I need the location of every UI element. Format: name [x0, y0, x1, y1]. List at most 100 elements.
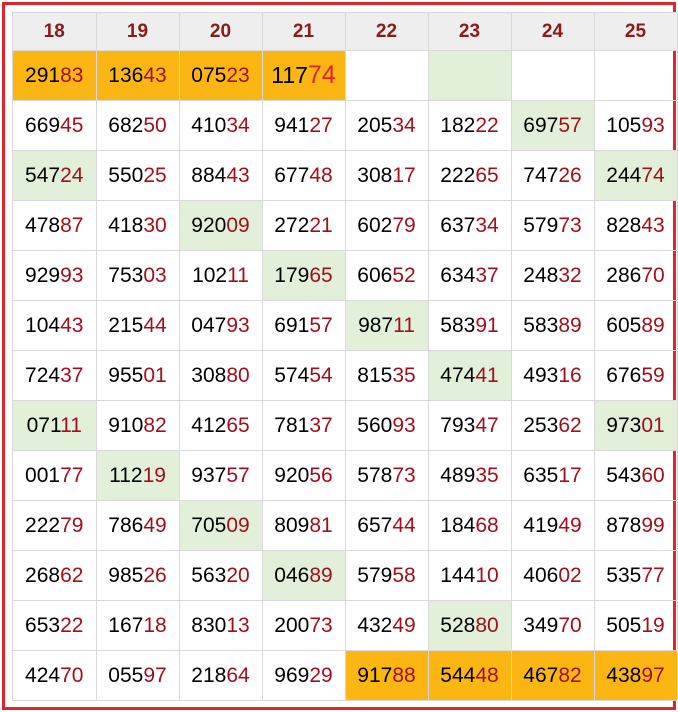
result-cell: 67748 — [262, 150, 346, 201]
number-lead-digits: 432 — [357, 613, 393, 637]
column-header: 25 — [594, 13, 678, 51]
number-tail-digits: 99 — [641, 513, 665, 537]
result-cell: 91082 — [96, 400, 180, 451]
number-lead-digits: 579 — [357, 563, 393, 587]
number-tail-digits: 43 — [60, 313, 84, 337]
number-lead-digits: 467 — [523, 663, 559, 687]
number-lead-digits: 291 — [25, 63, 61, 87]
number-lead-digits: 583 — [440, 313, 476, 337]
number-tail-digits: 34 — [226, 113, 250, 137]
number-tail-digits: 22 — [60, 613, 84, 637]
number-lead-digits: 937 — [191, 463, 227, 487]
number-tail-digits: 93 — [392, 413, 416, 437]
table-row: 54724 55025 88443 67748 30817 22265 74726 24474 — [13, 150, 678, 201]
number-lead-digits: 218 — [191, 663, 227, 687]
number-lead-digits: 793 — [440, 413, 476, 437]
result-cell: 56320 — [179, 550, 263, 601]
number-lead-digits: 071 — [26, 413, 61, 437]
result-cell: 66945 — [13, 100, 97, 151]
result-cell: 98526 — [96, 550, 180, 601]
column-header: 21 — [262, 13, 346, 51]
result-cell: 60279 — [345, 200, 429, 251]
number-tail-digits: 70 — [60, 663, 84, 687]
result-cell: 46782 — [511, 650, 595, 701]
result-cell: 87899 — [594, 500, 678, 551]
number-tail-digits: 88 — [392, 663, 416, 687]
number-lead-digits: 215 — [108, 313, 144, 337]
number-lead-digits: 697 — [523, 113, 559, 137]
result-cell: 10593 — [594, 100, 678, 151]
result-cell: 96929 — [262, 650, 346, 701]
number-lead-digits: 786 — [108, 513, 144, 537]
result-cell: 56093 — [345, 400, 429, 451]
number-tail-digits: 11 — [393, 313, 415, 337]
number-lead-digits: 563 — [191, 563, 227, 587]
number-lead-digits: 136 — [108, 63, 144, 87]
number-lead-digits: 705 — [191, 513, 227, 537]
table-row: 42470 05597 21864 96929 91788 54448 46782 43897 — [13, 650, 678, 701]
result-cell: 65744 — [345, 500, 429, 551]
number-tail-digits: 52 — [392, 263, 416, 287]
number-lead-digits: 272 — [274, 213, 310, 237]
number-tail-digits: 49 — [558, 513, 582, 537]
result-cell: 20534 — [345, 100, 429, 151]
result-cell: 98711 — [345, 300, 429, 351]
number-tail-digits: 62 — [558, 413, 582, 437]
number-lead-digits: 574 — [274, 363, 310, 387]
result-cell: 78649 — [96, 500, 180, 551]
result-cell: 30880 — [179, 350, 263, 401]
number-lead-digits: 920 — [191, 213, 227, 237]
number-tail-digits: 97 — [641, 663, 665, 687]
number-lead-digits: 308 — [357, 163, 393, 187]
number-lead-digits: 637 — [440, 213, 476, 237]
result-cell: 20073 — [262, 600, 346, 651]
result-cell: 72437 — [13, 350, 97, 401]
number-lead-digits: 412 — [191, 413, 227, 437]
number-tail-digits: 57 — [558, 113, 582, 137]
header-row: 18 19 20 21 22 23 24 25 — [13, 13, 678, 51]
column-header: 20 — [179, 13, 263, 51]
column-header: 18 — [13, 13, 97, 51]
table-row: 10443 21544 04793 69157 98711 58391 58389 60589 — [13, 300, 678, 351]
number-tail-digits: 79 — [392, 213, 416, 237]
result-cell: 11219 — [96, 450, 180, 501]
number-lead-digits: 969 — [274, 663, 310, 687]
result-cell: 13643 — [96, 50, 180, 101]
number-tail-digits: 09 — [226, 213, 250, 237]
number-tail-digits: 10 — [475, 563, 499, 587]
result-cell — [428, 50, 512, 101]
number-tail-digits: 37 — [309, 413, 333, 437]
number-lead-digits: 634 — [440, 263, 476, 287]
number-tail-digits: 21 — [309, 213, 333, 237]
number-lead-digits: 682 — [108, 113, 144, 137]
number-tail-digits: 27 — [309, 113, 333, 137]
result-cell: 10443 — [13, 300, 97, 351]
number-lead-digits: 753 — [108, 263, 144, 287]
result-cell: 52880 — [428, 600, 512, 651]
table-row: 07111 91082 41265 78137 56093 79347 25362 97301 — [13, 400, 678, 451]
result-cell: 92009 — [179, 200, 263, 251]
result-cell: 40602 — [511, 550, 595, 601]
result-cell: 92993 — [13, 250, 97, 301]
number-tail-digits: 19 — [641, 613, 665, 637]
number-tail-digits: 59 — [641, 363, 665, 387]
number-lead-digits: 676 — [606, 363, 642, 387]
result-cell: 24832 — [511, 250, 595, 301]
table-row: 72437 95501 30880 57454 81535 47441 49316 67659 — [13, 350, 678, 401]
number-lead-digits: 104 — [25, 313, 61, 337]
number-lead-digits: 406 — [523, 563, 559, 587]
result-cell: 28670 — [594, 250, 678, 301]
result-cell: 18222 — [428, 100, 512, 151]
number-lead-digits: 578 — [357, 463, 393, 487]
number-tail-digits: 65 — [475, 163, 499, 187]
result-cell: 48935 — [428, 450, 512, 501]
table-row: 26862 98526 56320 04689 57958 14410 40602 53577 — [13, 550, 678, 601]
number-lead-digits: 474 — [440, 363, 476, 387]
result-cell: 41034 — [179, 100, 263, 151]
number-tail-digits: 87 — [60, 213, 84, 237]
number-tail-digits: 70 — [641, 263, 665, 287]
result-cell: 42470 — [13, 650, 97, 701]
number-lead-digits: 547 — [25, 163, 61, 187]
result-cell: 67659 — [594, 350, 678, 401]
number-lead-digits: 244 — [606, 163, 642, 187]
